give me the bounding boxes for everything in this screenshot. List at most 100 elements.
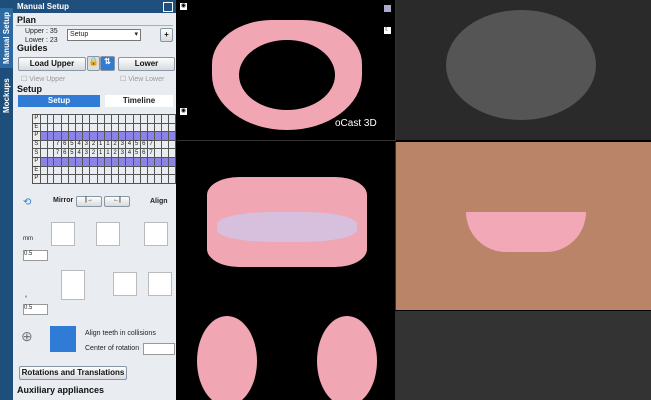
grid-cell[interactable] (132, 174, 141, 184)
grid-cell[interactable] (118, 114, 127, 124)
grid-cell[interactable]: 5 (132, 148, 141, 158)
grid-cell[interactable] (160, 139, 169, 150)
grid-cell[interactable] (46, 139, 55, 150)
grid-cell[interactable] (89, 156, 98, 167)
grid-cell[interactable] (160, 156, 169, 167)
grid-cell[interactable] (67, 156, 77, 167)
grid-cell[interactable] (96, 174, 105, 184)
grid-cell[interactable] (82, 131, 91, 141)
grid-cell[interactable] (118, 165, 127, 176)
grid-cell[interactable]: 4 (125, 148, 134, 158)
grid-cell[interactable] (154, 139, 162, 150)
grid-cell[interactable] (96, 156, 105, 167)
grid-cell[interactable] (125, 156, 134, 167)
grid-cell[interactable] (46, 174, 55, 184)
grid-cell[interactable] (53, 174, 62, 184)
grid-cell[interactable] (89, 131, 98, 141)
grid-cell[interactable] (110, 114, 120, 124)
rotate-tip-icon[interactable] (61, 270, 85, 300)
grid-cell[interactable]: 5 (67, 148, 77, 158)
grid-cell[interactable]: 6 (60, 139, 69, 150)
grid-cell[interactable] (82, 165, 91, 176)
grid-cell[interactable] (160, 114, 169, 124)
rotate-torque-icon[interactable] (113, 272, 137, 296)
grid-cell[interactable]: 4 (125, 139, 134, 150)
grid-cell[interactable] (154, 148, 162, 158)
add-plan-button[interactable]: + (160, 28, 173, 42)
rotate-axial-icon[interactable] (148, 272, 172, 296)
grid-cell[interactable] (146, 122, 156, 133)
grid-cell[interactable] (82, 114, 91, 124)
grid-cell[interactable] (167, 122, 176, 133)
grid-cell[interactable] (39, 148, 48, 158)
grid-cell[interactable] (139, 165, 148, 176)
grid-cell[interactable] (75, 174, 84, 184)
grid-cell[interactable] (53, 122, 62, 133)
grid-cell[interactable] (103, 122, 112, 133)
grid-cell[interactable] (46, 156, 55, 167)
grid-cell[interactable]: 5 (132, 139, 141, 150)
grid-cell[interactable] (118, 174, 127, 184)
grid-cell[interactable] (146, 131, 156, 141)
grid-cell[interactable]: 1 (103, 148, 112, 158)
grid-cell[interactable] (53, 156, 62, 167)
grid-cell[interactable]: 1 (96, 148, 105, 158)
grid-cell[interactable] (39, 156, 48, 167)
grid-cell[interactable] (75, 165, 84, 176)
translate-right-icon[interactable] (96, 222, 120, 246)
grid-cell[interactable]: 6 (139, 139, 148, 150)
grid-cell[interactable] (103, 114, 112, 124)
grid-cell[interactable] (167, 156, 176, 167)
moon-icon[interactable]: ☾ (384, 27, 391, 34)
grid-cell[interactable] (154, 174, 162, 184)
grid-cell[interactable] (110, 131, 120, 141)
grid-cell[interactable]: 2 (89, 139, 98, 150)
grid-cell[interactable] (132, 114, 141, 124)
layers-icon[interactable] (384, 5, 391, 12)
plan-select[interactable]: Setup ▾ (67, 29, 141, 41)
grid-cell[interactable] (103, 131, 112, 141)
grid-cell[interactable]: 6 (60, 148, 69, 158)
grid-cell[interactable] (46, 131, 55, 141)
grid-cell[interactable] (39, 174, 48, 184)
grid-cell[interactable]: 7 (146, 148, 156, 158)
grid-cell[interactable] (89, 122, 98, 133)
detach-window-icon[interactable] (163, 2, 173, 12)
grid-cell[interactable] (103, 156, 112, 167)
grid-cell[interactable] (160, 165, 169, 176)
grid-cell[interactable] (53, 114, 62, 124)
viewer-face-photo[interactable] (396, 142, 651, 310)
grid-cell[interactable]: 3 (118, 148, 127, 158)
grid-cell[interactable] (167, 139, 176, 150)
tab-timeline[interactable]: Timeline (105, 95, 173, 107)
grid-cell[interactable] (160, 174, 169, 184)
grid-cell[interactable] (53, 165, 62, 176)
grid-cell[interactable] (39, 165, 48, 176)
grid-cell[interactable] (160, 148, 169, 158)
grid-cell[interactable]: 7 (146, 139, 156, 150)
grid-cell[interactable] (46, 165, 55, 176)
mirror-right-button[interactable]: |→ (76, 196, 102, 207)
grid-cell[interactable] (82, 174, 91, 184)
grid-cell[interactable] (118, 131, 127, 141)
grid-cell[interactable] (75, 114, 84, 124)
grid-cell[interactable] (110, 165, 120, 176)
view-upper-checkbox[interactable]: ☐ View Upper (21, 75, 65, 83)
grid-cell[interactable] (75, 156, 84, 167)
grid-cell[interactable] (60, 165, 69, 176)
load-upper-button[interactable]: Load Upper (18, 57, 86, 71)
viewer-ct-axial[interactable] (396, 0, 651, 140)
translate-left-icon[interactable] (51, 222, 75, 246)
grid-cell[interactable] (132, 122, 141, 133)
grid-cell[interactable] (146, 114, 156, 124)
lock-icon[interactable]: 🔒 (87, 56, 100, 71)
camera-icon[interactable]: ◉ (180, 3, 187, 10)
grid-cell[interactable] (75, 131, 84, 141)
grid-cell[interactable] (167, 131, 176, 141)
grid-cell[interactable] (60, 174, 69, 184)
grid-cell[interactable] (167, 174, 176, 184)
load-lower-button[interactable]: Lower (118, 57, 175, 71)
grid-cell[interactable] (146, 165, 156, 176)
grid-cell[interactable] (103, 174, 112, 184)
grid-cell[interactable] (160, 131, 169, 141)
